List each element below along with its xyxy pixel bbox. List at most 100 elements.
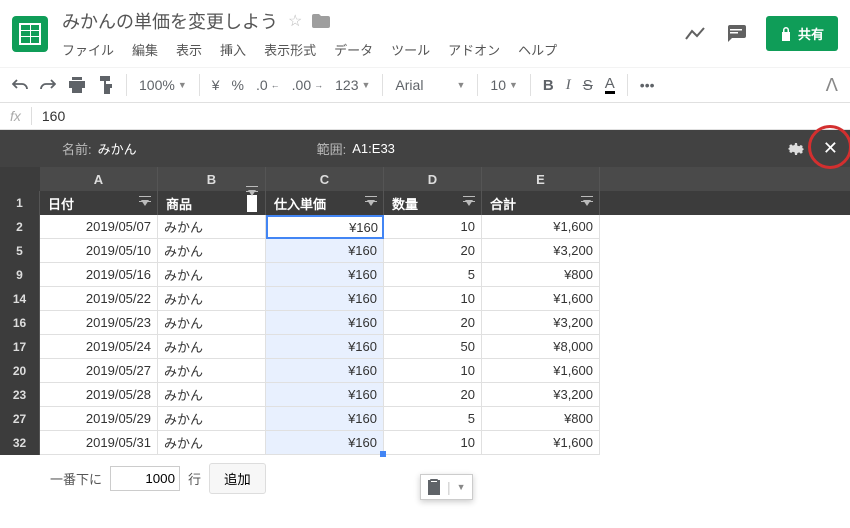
col-header-C[interactable]: C — [266, 167, 384, 191]
cell-qty[interactable]: 20 — [384, 383, 482, 407]
cell-total[interactable]: ¥3,200 — [482, 383, 600, 407]
collapse-toolbar-icon[interactable]: ᐱ — [826, 75, 838, 96]
row-header[interactable]: 20 — [0, 359, 40, 383]
cell-price[interactable]: ¥160 — [266, 239, 384, 263]
percent-icon[interactable]: % — [232, 77, 244, 93]
cell-total[interactable]: ¥8,000 — [482, 335, 600, 359]
cell-item[interactable]: みかん — [158, 287, 266, 311]
cell-qty[interactable]: 5 — [384, 263, 482, 287]
add-rows-button[interactable]: 追加 — [209, 463, 266, 494]
gear-icon[interactable] — [787, 140, 805, 158]
cell-qty[interactable]: 10 — [384, 359, 482, 383]
cell-total[interactable]: ¥800 — [482, 263, 600, 287]
cell-total[interactable]: ¥800 — [482, 407, 600, 431]
cell-item[interactable]: みかん — [158, 335, 266, 359]
cell-price[interactable]: ¥160 — [266, 311, 384, 335]
undo-icon[interactable] — [12, 78, 28, 92]
row-header[interactable]: 32 — [0, 431, 40, 455]
row-header[interactable]: 27 — [0, 407, 40, 431]
cell-date[interactable]: 2019/05/10 — [40, 239, 158, 263]
cell-total[interactable]: ¥1,600 — [482, 359, 600, 383]
bold-button[interactable]: B — [543, 77, 554, 94]
cell-qty[interactable]: 20 — [384, 311, 482, 335]
filter-range[interactable]: A1:E33 — [352, 141, 395, 156]
header-4[interactable]: 合計 — [482, 191, 600, 215]
font-size[interactable]: 10 ▼ — [490, 77, 518, 93]
italic-button[interactable]: I — [566, 77, 571, 94]
cell-item[interactable]: みかん — [158, 311, 266, 335]
cell-item[interactable]: みかん — [158, 383, 266, 407]
menu-tools[interactable]: ツール — [391, 40, 430, 59]
currency-icon[interactable]: ¥ — [212, 77, 220, 93]
cell-qty[interactable]: 10 — [384, 431, 482, 455]
text-color-button[interactable]: A — [605, 77, 615, 94]
add-rows-input[interactable] — [110, 466, 180, 491]
cell-qty[interactable]: 20 — [384, 239, 482, 263]
cell-qty[interactable]: 50 — [384, 335, 482, 359]
cell-total[interactable]: ¥3,200 — [482, 239, 600, 263]
cell-price[interactable]: ¥160 — [266, 431, 384, 455]
menu-edit[interactable]: 編集 — [132, 40, 158, 59]
font-select[interactable]: Arial ▼ — [395, 77, 465, 93]
cell-qty[interactable]: 5 — [384, 407, 482, 431]
menu-view[interactable]: 表示 — [176, 40, 202, 59]
col-header-D[interactable]: D — [384, 167, 482, 191]
cell-date[interactable]: 2019/05/07 — [40, 215, 158, 239]
col-header-E[interactable]: E — [482, 167, 600, 191]
cell-price[interactable]: ¥160 — [266, 407, 384, 431]
menu-file[interactable]: ファイル — [62, 40, 114, 59]
cell-date[interactable]: 2019/05/23 — [40, 311, 158, 335]
menu-addons[interactable]: アドオン — [448, 40, 500, 59]
cell-qty[interactable]: 10 — [384, 287, 482, 311]
cell-item[interactable]: みかん — [158, 215, 266, 239]
cell-date[interactable]: 2019/05/31 — [40, 431, 158, 455]
cell-price[interactable]: ¥160 — [266, 359, 384, 383]
strikethrough-button[interactable]: S — [583, 77, 593, 94]
header-1[interactable]: 商品 — [158, 191, 266, 215]
cell-date[interactable]: 2019/05/27 — [40, 359, 158, 383]
cell-price[interactable]: ¥160 — [266, 335, 384, 359]
number-format[interactable]: 123 ▼ — [335, 77, 370, 93]
more-toolbar[interactable]: ••• — [640, 77, 655, 93]
chevron-down-icon[interactable]: ▼ — [457, 482, 466, 492]
row-header[interactable]: 17 — [0, 335, 40, 359]
cell-date[interactable]: 2019/05/22 — [40, 287, 158, 311]
row-header[interactable]: 2 — [0, 215, 40, 239]
cell-item[interactable]: みかん — [158, 407, 266, 431]
paste-options[interactable]: | ▼ — [420, 474, 473, 500]
comments-icon[interactable] — [726, 25, 746, 43]
cell-date[interactable]: 2019/05/16 — [40, 263, 158, 287]
cell-item[interactable]: みかん — [158, 239, 266, 263]
doc-title[interactable]: みかんの単価を変更しよう — [62, 8, 278, 34]
cell-date[interactable]: 2019/05/29 — [40, 407, 158, 431]
print-icon[interactable] — [68, 77, 86, 93]
star-icon[interactable]: ☆ — [288, 11, 302, 31]
cell-price[interactable]: ¥160 — [266, 215, 384, 239]
cell-qty[interactable]: 10 — [384, 215, 482, 239]
row-header[interactable]: 23 — [0, 383, 40, 407]
redo-icon[interactable] — [40, 78, 56, 92]
filter-name[interactable]: みかん — [98, 139, 137, 158]
cell-total[interactable]: ¥1,600 — [482, 287, 600, 311]
cell-item[interactable]: みかん — [158, 359, 266, 383]
row-header[interactable]: 9 — [0, 263, 40, 287]
cell-date[interactable]: 2019/05/24 — [40, 335, 158, 359]
corner-cell[interactable] — [0, 167, 40, 191]
col-header-A[interactable]: A — [40, 167, 158, 191]
row-header[interactable]: 14 — [0, 287, 40, 311]
cell-price[interactable]: ¥160 — [266, 383, 384, 407]
menu-help[interactable]: ヘルプ — [518, 40, 557, 59]
row-header[interactable]: 1 — [0, 191, 40, 215]
menu-insert[interactable]: 挿入 — [220, 40, 246, 59]
folder-icon[interactable] — [312, 14, 330, 28]
cell-item[interactable]: みかん — [158, 263, 266, 287]
cell-total[interactable]: ¥1,600 — [482, 431, 600, 455]
explore-icon[interactable] — [684, 27, 706, 41]
dec-decrease[interactable]: .0← — [256, 77, 280, 93]
menu-format[interactable]: 表示形式 — [264, 40, 316, 59]
formula-input[interactable]: 160 — [42, 108, 65, 124]
share-button[interactable]: 共有 — [766, 16, 838, 51]
header-3[interactable]: 数量 — [384, 191, 482, 215]
close-icon[interactable]: ✕ — [823, 138, 838, 158]
header-2[interactable]: 仕入単価 — [266, 191, 384, 215]
